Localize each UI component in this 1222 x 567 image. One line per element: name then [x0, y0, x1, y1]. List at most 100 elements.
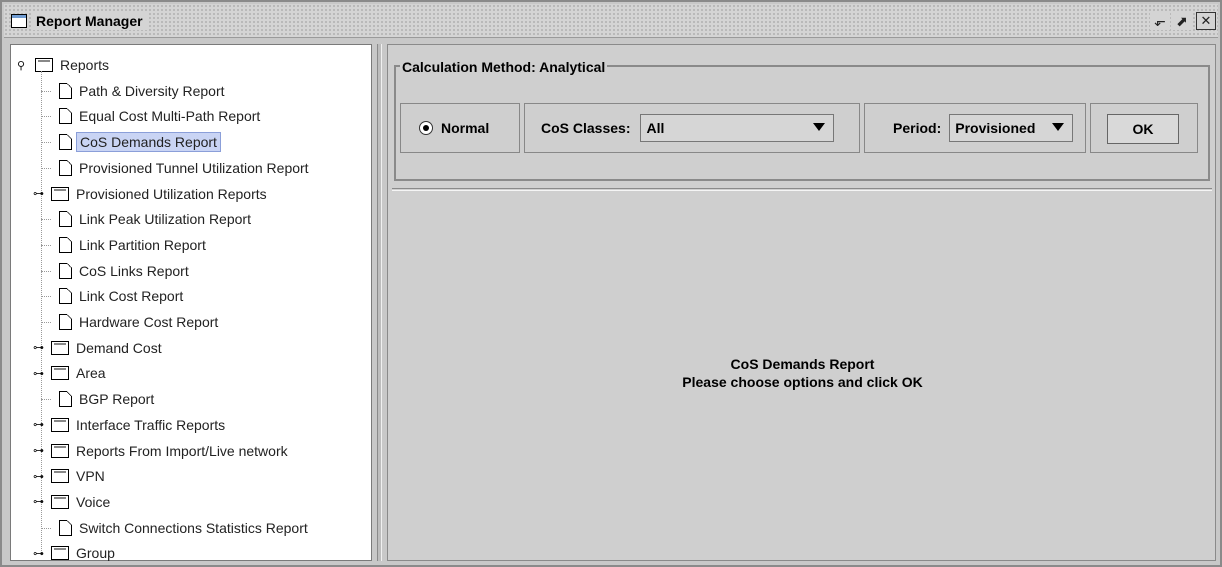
- tree-folder-item[interactable]: ⊶ Group: [33, 540, 118, 566]
- tree-report-item[interactable]: Link Cost Report: [41, 283, 186, 309]
- folder-icon: [35, 58, 53, 72]
- folder-icon: [51, 417, 69, 432]
- folder-icon: [51, 469, 69, 484]
- report-message-instruction: Please choose options and click OK: [682, 374, 923, 390]
- cos-classes-dropdown[interactable]: All: [640, 114, 835, 142]
- window-title: Report Manager: [32, 12, 147, 30]
- maximize-icon[interactable]: ⬈: [1172, 12, 1192, 30]
- restore-icon[interactable]: ⬐: [1150, 12, 1170, 30]
- report-manager-window: Report Manager ⬐ ⬈ ✕ ⚲ Reports Path & Dive…: [0, 0, 1222, 567]
- collapsed-toggle-icon[interactable]: ⊶: [33, 495, 49, 508]
- tree-connector: [41, 322, 51, 323]
- document-icon: [59, 159, 72, 176]
- options-separator: [392, 188, 1212, 191]
- tree-item-label: Link Partition Report: [79, 236, 206, 253]
- document-icon: [59, 519, 72, 536]
- tree-report-item[interactable]: CoS Demands Report: [41, 129, 221, 155]
- collapsed-toggle-icon[interactable]: ⊶: [33, 470, 49, 483]
- tree-report-item[interactable]: Hardware Cost Report: [41, 309, 221, 335]
- tree-connector: [41, 116, 51, 118]
- tree-connector: [41, 167, 51, 169]
- collapsed-toggle-icon[interactable]: ⊶: [33, 341, 49, 354]
- tree-folder-item[interactable]: ⊶ Area: [33, 360, 109, 386]
- tree-item-label: Group: [76, 545, 115, 562]
- tree-root-label: Reports: [60, 57, 110, 73]
- tree-item-label-selected: CoS Demands Report: [76, 132, 221, 153]
- period-label: Period:: [893, 120, 942, 136]
- tree-folder-item[interactable]: ⊶ Provisioned Utilization Reports: [33, 181, 270, 207]
- tree-report-item[interactable]: Equal Cost Multi-Path Report: [41, 103, 263, 129]
- tree-item-label: Voice: [76, 493, 111, 510]
- period-dropdown[interactable]: Provisioned: [949, 114, 1074, 142]
- close-icon[interactable]: ✕: [1196, 12, 1216, 30]
- report-message: CoS Demands Report Please choose options…: [388, 355, 1217, 391]
- window-icon: [11, 14, 27, 28]
- collapsed-toggle-icon[interactable]: ⊶: [33, 444, 49, 457]
- collapsed-toggle-icon[interactable]: ⊶: [33, 418, 49, 431]
- chevron-down-icon: [1052, 123, 1065, 131]
- tree-item-label: VPN: [76, 468, 105, 485]
- tree-connector: [41, 219, 51, 221]
- folder-icon: [51, 443, 69, 458]
- collapsed-toggle-icon[interactable]: ⊶: [33, 367, 49, 380]
- tree-connector: [41, 527, 51, 529]
- period-box: Period: Provisioned: [864, 103, 1086, 153]
- tree-item-label: Provisioned Tunnel Utilization Report: [79, 159, 309, 176]
- tree-item-label: Link Peak Utilization Report: [79, 211, 251, 228]
- document-icon: [59, 236, 72, 253]
- cos-classes-box: CoS Classes: All: [524, 103, 860, 153]
- tree-root-reports[interactable]: ⚲ Reports: [17, 52, 112, 78]
- cos-classes-label: CoS Classes:: [541, 120, 631, 136]
- tree-item-label: BGP Report: [79, 391, 155, 408]
- title-bar[interactable]: Report Manager ⬐ ⬈ ✕: [4, 4, 1218, 38]
- folder-icon: [51, 494, 69, 509]
- tree-report-item[interactable]: Provisioned Tunnel Utilization Report: [41, 155, 312, 181]
- tree-item-label: Area: [76, 365, 106, 382]
- tree-report-item[interactable]: Switch Connections Statistics Report: [41, 515, 311, 541]
- document-icon: [59, 211, 72, 228]
- ok-button[interactable]: OK: [1107, 114, 1179, 144]
- split-pane-divider[interactable]: [377, 44, 382, 561]
- document-icon: [59, 82, 72, 99]
- collapsed-toggle-icon[interactable]: ⊶: [33, 547, 49, 560]
- folder-icon: [51, 546, 69, 561]
- collapsed-toggle-icon[interactable]: ⊶: [33, 187, 49, 200]
- document-icon: [59, 108, 72, 125]
- expanded-toggle-icon[interactable]: ⚲: [17, 59, 33, 72]
- tree-item-label: Demand Cost: [76, 339, 162, 356]
- folder-icon: [51, 186, 69, 201]
- calculation-method-title: Calculation Method: Analytical: [400, 59, 608, 75]
- tree-folder-item[interactable]: ⊶ Interface Traffic Reports: [33, 412, 228, 438]
- normal-radio-button[interactable]: [419, 121, 433, 135]
- document-icon: [59, 391, 72, 408]
- tree-report-item[interactable]: BGP Report: [41, 386, 157, 412]
- tree-folder-item[interactable]: ⊶ VPN: [33, 463, 108, 489]
- normal-option-box: Normal: [400, 103, 520, 153]
- tree-item-label: Hardware Cost Report: [79, 314, 219, 330]
- tree-connector: [41, 244, 51, 246]
- report-message-title: CoS Demands Report: [730, 356, 875, 372]
- tree-folder-item[interactable]: ⊶ Demand Cost: [33, 335, 165, 361]
- tree-report-item[interactable]: Path & Diversity Report: [41, 78, 228, 104]
- document-icon: [59, 288, 72, 305]
- document-icon: [59, 262, 72, 279]
- tree-folder-item[interactable]: ⊶ Voice: [33, 489, 113, 515]
- tree-report-item[interactable]: CoS Links Report: [41, 258, 192, 284]
- tree-report-item[interactable]: Link Partition Report: [41, 232, 209, 258]
- chevron-down-icon: [813, 123, 826, 131]
- normal-radio-option[interactable]: Normal: [419, 120, 489, 136]
- tree-item-label: Provisioned Utilization Reports: [76, 185, 267, 202]
- tree-connector: [41, 270, 51, 272]
- document-icon: [59, 314, 72, 330]
- tree-connector: [41, 90, 51, 92]
- tree-report-item[interactable]: Link Peak Utilization Report: [41, 206, 254, 232]
- ok-box: OK: [1090, 103, 1198, 153]
- tree-connector: [41, 399, 51, 401]
- tree-item-label: Equal Cost Multi-Path Report: [79, 108, 261, 125]
- tree-connector: [41, 142, 51, 144]
- report-tree-panel: ⚲ Reports Path & Diversity Report Equal Cos…: [10, 44, 372, 561]
- tree-item-label: Reports From Import/Live network: [76, 442, 288, 459]
- tree-item-label: Link Cost Report: [79, 288, 184, 305]
- tree-folder-item[interactable]: ⊶ Reports From Import/Live network: [33, 438, 291, 464]
- tree-item-label: CoS Links Report: [79, 262, 189, 279]
